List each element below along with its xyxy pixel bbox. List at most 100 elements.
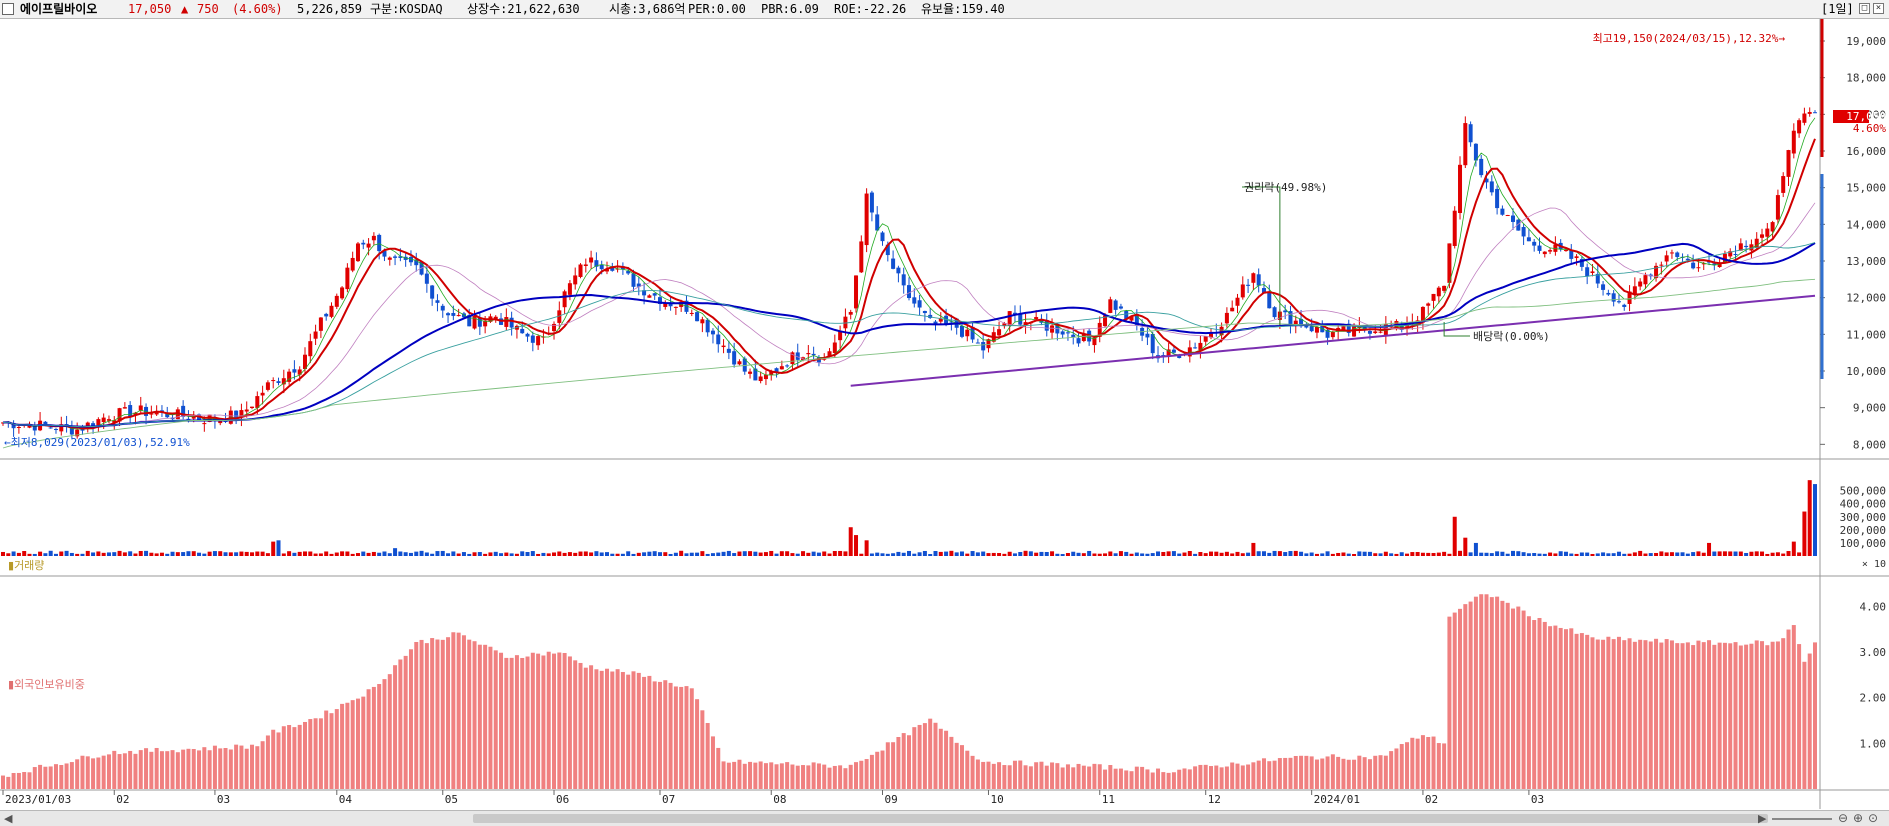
scroll-thumb[interactable] [473, 814, 1768, 823]
volume-bar [1781, 553, 1786, 556]
volume-tick-label: 300,000 [1840, 511, 1886, 524]
candle-body [520, 328, 525, 334]
volume-bar [1563, 551, 1568, 556]
foreign-bar [1754, 640, 1759, 789]
volume-bar [875, 552, 880, 556]
foreign-bar [647, 675, 652, 789]
foreign-bar [398, 659, 403, 789]
market-type: 구분:KOSDAQ [370, 2, 443, 16]
candle-body [975, 342, 980, 344]
candle-body [424, 273, 429, 284]
foreign-bar [975, 759, 980, 789]
candle-body [1060, 331, 1065, 335]
foreign-bar [1060, 767, 1065, 789]
candle-body [1145, 333, 1150, 338]
foreign-bar [154, 747, 159, 789]
candle-body [1463, 123, 1468, 166]
foreign-bar [27, 772, 32, 789]
zoom-reset-icon[interactable]: ⊙ [1868, 811, 1878, 825]
candle-body [748, 371, 753, 374]
volume-bar [1415, 552, 1420, 556]
foreign-bar [287, 725, 292, 789]
candle-body [848, 311, 853, 315]
volume-bar [239, 551, 244, 556]
volume-bar [1585, 552, 1590, 556]
candle-body [997, 329, 1002, 336]
volume-bar [1638, 550, 1643, 556]
candle-body [1108, 299, 1113, 313]
horizontal-scrollbar[interactable]: ◀ ▶ ⊖ ⊕ ⊙ [0, 810, 1889, 826]
candle-body [1563, 250, 1568, 252]
foreign-bar [1500, 600, 1505, 789]
candle-body [854, 275, 859, 309]
checkbox-icon[interactable] [2, 3, 14, 15]
foreign-bar [859, 760, 864, 789]
scroll-right-icon[interactable]: ▶ [1758, 812, 1766, 825]
stock-name[interactable]: 에이프릴바이오 [20, 0, 97, 18]
volume-bar [1813, 484, 1817, 556]
volume-bar [393, 548, 398, 556]
foreign-bar [170, 750, 175, 789]
foreign-bar [716, 747, 721, 789]
foreign-bar [599, 670, 604, 789]
volume-bar [1267, 552, 1272, 556]
foreign-bar [959, 745, 964, 789]
foreign-bar [48, 766, 53, 789]
foreign-bar [1712, 644, 1717, 789]
volume-bar [578, 551, 583, 556]
foreign-bar [1579, 633, 1584, 789]
maximize-icon[interactable]: □ [1859, 3, 1870, 14]
volume-bar [96, 551, 101, 556]
volume-bar [843, 551, 848, 556]
dividend-annotation: 배당락(0.00%) [1473, 330, 1550, 343]
foreign-bar [567, 656, 572, 789]
zoom-out-icon[interactable]: ⊖ [1838, 811, 1848, 825]
foreign-bar [965, 750, 970, 789]
scroll-left-icon[interactable]: ◀ [4, 812, 12, 825]
foreign-bar [785, 762, 790, 789]
volume-bar [991, 552, 996, 556]
period-selector[interactable]: [1일] [1821, 0, 1854, 18]
candle-body [1489, 181, 1494, 193]
volume-bar [1516, 551, 1521, 556]
volume-bar [1373, 553, 1378, 556]
volume-bar [6, 553, 11, 556]
zoom-slider[interactable] [1772, 818, 1832, 820]
last-pct-label: 4.60% [1853, 122, 1886, 135]
foreign-bar [536, 653, 541, 789]
volume-bar [1002, 553, 1007, 556]
volume-bar [1537, 553, 1542, 556]
foreign-bar [377, 684, 382, 789]
volume-bar [986, 553, 991, 556]
volume-bar [1288, 551, 1293, 556]
per-value: PER:0.00 [688, 2, 746, 16]
candle-body [1606, 292, 1611, 295]
volume-bar [1717, 551, 1722, 556]
foreign-bar [657, 681, 662, 789]
volume-bar [1601, 552, 1606, 556]
foreign-bar [59, 765, 64, 789]
foreign-bar [1569, 628, 1574, 789]
foreign-bar [340, 703, 345, 789]
volume-bar [1304, 553, 1309, 556]
close-icon[interactable]: × [1873, 3, 1884, 14]
foreign-bar [1277, 758, 1282, 789]
candle-body [1171, 349, 1176, 353]
volume-bar [1654, 552, 1659, 556]
volume-bar [647, 551, 652, 556]
candle-body [1065, 332, 1070, 334]
volume-bar [451, 551, 456, 556]
foreign-bar [1087, 766, 1092, 789]
volume-bar [1696, 551, 1701, 556]
foreign-bar [1744, 644, 1749, 789]
foreign-bar [1574, 633, 1579, 789]
zoom-in-icon[interactable]: ⊕ [1853, 811, 1863, 825]
stock-chart[interactable]: 최고19,150(2024/03/15),12.32%→ ←최저8,029(202… [0, 19, 1889, 809]
volume-bar [32, 553, 37, 556]
volume-bar [1786, 551, 1791, 556]
candle-body [583, 264, 588, 266]
volume-bar [520, 551, 525, 556]
foreign-bar [1797, 644, 1802, 789]
foreign-bar [1648, 641, 1653, 789]
volume-bar [1028, 551, 1033, 556]
